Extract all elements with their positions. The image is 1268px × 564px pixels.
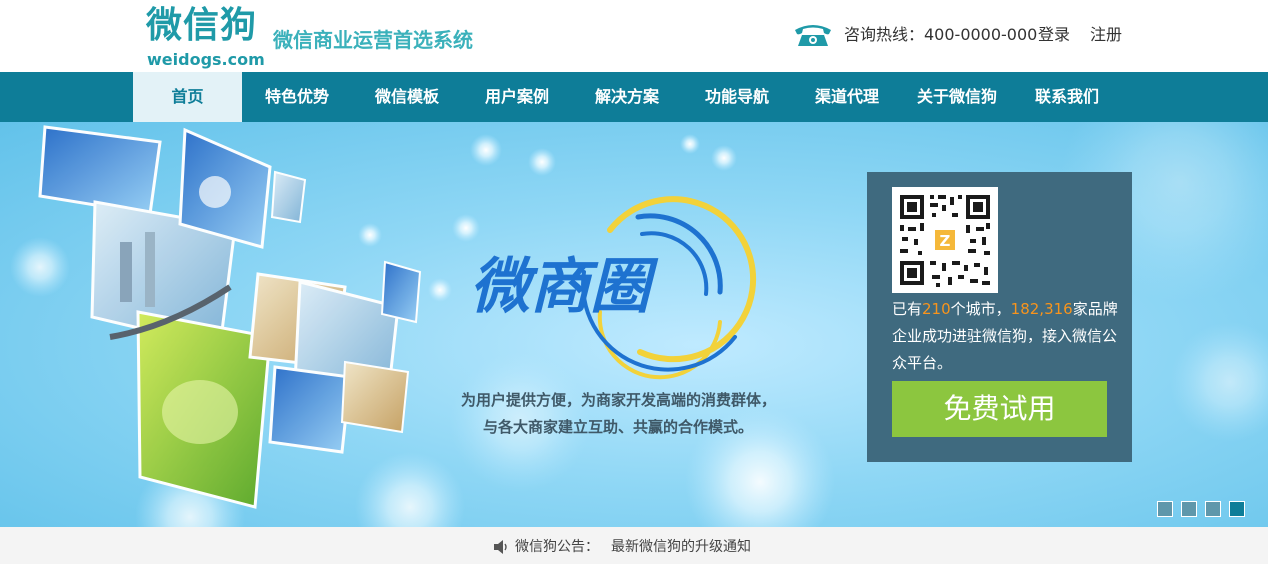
promo-text-2: 个城市， — [950, 300, 1011, 318]
brand-mark-text: 微商圈 — [470, 252, 659, 322]
city-count: 210 — [922, 300, 951, 318]
logo-title: 微信狗 — [146, 5, 258, 46]
nav-item-features[interactable]: 特色优势 — [245, 72, 349, 122]
hotline-text: 咨询热线：400-0000-000 — [844, 25, 1038, 44]
hero-banner[interactable]: 微商圈 为用户提供方便，为商家开发高端的消费群体， 与各大商家建立互助、共赢的合… — [0, 122, 1268, 527]
nav-item-about[interactable]: 关于微信狗 — [905, 72, 1009, 122]
svg-text:Z: Z — [940, 232, 951, 250]
nav-item-contact[interactable]: 联系我们 — [1015, 72, 1119, 122]
site-header: 微信狗 weidogs.com 微信商业运营首选系统 咨询热线：400-0000… — [0, 0, 1268, 72]
announcement-link[interactable]: 最新微信狗的升级通知 — [611, 538, 751, 556]
main-nav: 首页 特色优势 微信模板 用户案例 解决方案 功能导航 渠道代理 关于微信狗 联… — [0, 72, 1268, 122]
tagline-line-1: 为用户提供方便，为商家开发高端的消费群体， — [461, 391, 777, 409]
promo-panel: Z 已有210个城市，182,316家品牌企业成功进驻微信狗，接入微信公众平台。… — [867, 172, 1132, 462]
announcement-bar: 微信狗公告： 最新微信狗的升级通知 — [0, 527, 1268, 564]
register-link[interactable]: 注册 — [1090, 25, 1122, 45]
nav-item-home[interactable]: 首页 — [133, 72, 242, 122]
banner-tagline: 为用户提供方便，为商家开发高端的消费群体， 与各大商家建立互助、共赢的合作模式。 — [461, 387, 781, 441]
nav-item-solutions[interactable]: 解决方案 — [575, 72, 679, 122]
promo-description: 已有210个城市，182,316家品牌企业成功进驻微信狗，接入微信公众平台。 — [892, 296, 1120, 377]
slide-dot-1[interactable] — [1157, 501, 1173, 517]
announcement-label: 微信狗公告： — [515, 539, 599, 555]
nav-item-templates[interactable]: 微信模板 — [355, 72, 459, 122]
slide-dot-4[interactable] — [1229, 501, 1245, 517]
site-logo[interactable]: 微信狗 weidogs.com — [146, 4, 266, 70]
qr-code-icon: Z — [892, 187, 998, 293]
tagline-line-2: 与各大商家建立互助、共赢的合作模式。 — [483, 418, 754, 436]
nav-item-cases[interactable]: 用户案例 — [465, 72, 569, 122]
brand-count: 182,316 — [1010, 300, 1073, 318]
nav-item-functions[interactable]: 功能导航 — [685, 72, 789, 122]
speaker-icon — [494, 540, 507, 554]
slide-indicators — [1157, 501, 1247, 517]
login-link[interactable]: 登录 — [1038, 25, 1070, 45]
slide-dot-3[interactable] — [1205, 501, 1221, 517]
nav-item-agents[interactable]: 渠道代理 — [795, 72, 899, 122]
telephone-icon — [795, 25, 831, 46]
logo-domain: weidogs.com — [147, 50, 265, 69]
slide-dot-2[interactable] — [1181, 501, 1197, 517]
site-slogan: 微信商业运营首选系统 — [273, 28, 473, 52]
free-trial-button[interactable]: 免费试用 — [892, 381, 1107, 437]
promo-text-1: 已有 — [892, 300, 923, 318]
